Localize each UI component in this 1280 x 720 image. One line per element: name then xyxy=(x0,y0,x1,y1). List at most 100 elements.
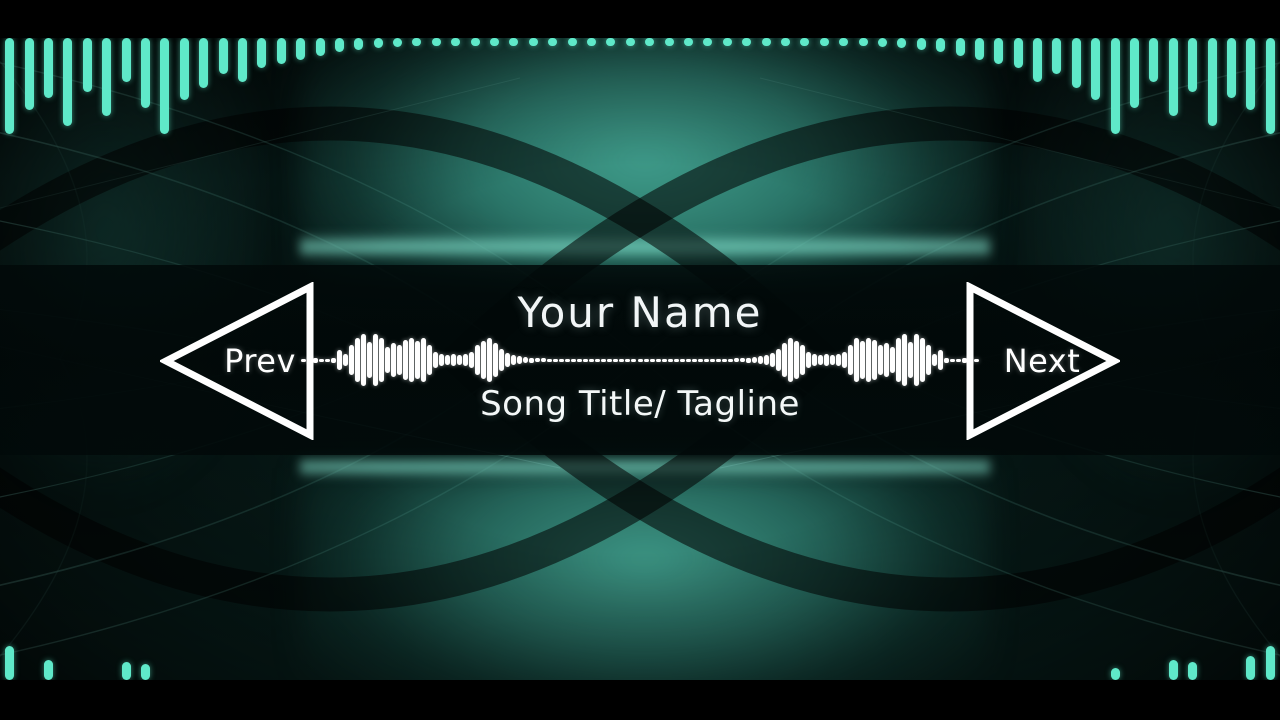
waveform-bar xyxy=(324,358,330,362)
waveform-bar xyxy=(661,358,667,362)
waveform-bar xyxy=(739,358,745,362)
waveform-bar xyxy=(781,343,787,377)
song-subtitle: Song Title/ Tagline xyxy=(480,384,800,424)
waveform-bar xyxy=(830,355,836,365)
waveform-bar xyxy=(481,341,487,379)
waveform-bar xyxy=(499,349,505,371)
waveform-bar xyxy=(643,358,649,362)
waveform-bar xyxy=(456,355,462,365)
waveform-bar xyxy=(360,334,366,386)
waveform-bar xyxy=(944,357,950,363)
waveform-bar xyxy=(565,358,571,362)
waveform-bar xyxy=(414,341,420,379)
waveform-bar xyxy=(932,354,938,366)
waveform-bar xyxy=(595,358,601,362)
waveform-bar xyxy=(799,345,805,375)
waveform-bar xyxy=(848,345,854,375)
waveform-bar xyxy=(673,358,679,362)
waveform-bar xyxy=(842,352,848,368)
waveform-bar xyxy=(884,343,890,377)
waveform-bar xyxy=(607,358,613,362)
waveform-bar xyxy=(553,358,559,362)
waveform-bar xyxy=(920,338,926,382)
waveform-bar xyxy=(685,358,691,362)
waveform-bar xyxy=(312,357,318,363)
waveform-bar xyxy=(535,358,541,362)
waveform-bar xyxy=(444,355,450,365)
waveform-bar xyxy=(529,357,535,363)
waveform-bar xyxy=(890,347,896,373)
waveform-bar xyxy=(469,352,474,368)
waveform-bar xyxy=(956,358,962,362)
waveform-bar xyxy=(793,341,799,379)
waveform-bar xyxy=(818,355,824,365)
waveform-bar xyxy=(824,354,830,366)
waveform-bar xyxy=(805,352,811,368)
waveform-bar xyxy=(426,345,432,375)
waveform-bar xyxy=(402,340,408,380)
waveform-bar xyxy=(396,345,402,375)
waveform-bar xyxy=(318,358,324,362)
waveform-bar xyxy=(390,343,396,377)
waveform-bar xyxy=(872,340,878,380)
waveform-bar xyxy=(926,345,932,375)
waveform-bar xyxy=(902,334,908,386)
waveform-bar xyxy=(462,354,468,366)
waveform-bar xyxy=(655,358,661,362)
waveform-bar xyxy=(601,358,607,362)
waveform-bar xyxy=(950,358,956,362)
waveform-bar xyxy=(649,358,655,362)
waveform-bar xyxy=(637,358,643,362)
waveform-bar xyxy=(523,357,529,363)
waveform-bar xyxy=(697,358,703,362)
waveform-bar xyxy=(745,357,751,363)
waveform-bar xyxy=(751,357,757,363)
waveform-bar xyxy=(613,358,619,362)
waveform-bar xyxy=(438,354,444,366)
waveform-bar xyxy=(306,358,312,362)
waveform-bar xyxy=(715,358,721,362)
waveform-bar xyxy=(571,358,577,362)
waveform-bar xyxy=(703,358,709,362)
waveform-bar xyxy=(408,338,414,382)
waveform-bar xyxy=(625,358,631,362)
waveform-bar xyxy=(763,355,769,365)
waveform-bar xyxy=(836,354,842,366)
waveform-bar xyxy=(769,353,775,367)
waveform-bar xyxy=(938,350,944,370)
visualizer-stage: Prev Next Your Name Song Title/ Tagline xyxy=(0,0,1280,720)
waveform-bar xyxy=(733,358,739,362)
waveform-bar xyxy=(691,358,697,362)
waveform-bar xyxy=(348,345,354,375)
waveform-bar xyxy=(336,350,342,370)
waveform-bar xyxy=(342,354,348,366)
waveform-bar xyxy=(450,354,456,366)
waveform-bar xyxy=(541,358,547,362)
waveform-bar xyxy=(757,356,763,364)
waveform-bar xyxy=(384,347,390,373)
waveform-bar xyxy=(914,334,920,386)
waveform-bar xyxy=(619,358,625,362)
waveform-bar xyxy=(432,352,438,368)
waveform-bar xyxy=(547,358,553,362)
waveform-bar xyxy=(589,358,595,362)
waveform-bar xyxy=(631,358,637,362)
waveform-bar xyxy=(487,338,493,382)
waveform-bar xyxy=(330,357,336,363)
waveform-bar xyxy=(583,358,589,362)
waveform-bar xyxy=(896,338,902,382)
waveform-bar xyxy=(679,358,685,362)
waveform-bar xyxy=(505,353,511,367)
waveform-bar xyxy=(420,338,426,382)
waveform-bar xyxy=(854,338,860,382)
audio-waveform[interactable] xyxy=(300,330,980,390)
waveform-bar xyxy=(511,355,517,365)
waveform-bar xyxy=(860,341,866,379)
waveform-bar xyxy=(974,358,980,362)
waveform-bar xyxy=(372,334,378,386)
waveform-bar xyxy=(787,338,793,382)
waveform-bar xyxy=(493,343,499,377)
waveform-bar xyxy=(812,354,817,366)
waveform-bar xyxy=(577,358,583,362)
waveform-bar xyxy=(475,345,481,375)
